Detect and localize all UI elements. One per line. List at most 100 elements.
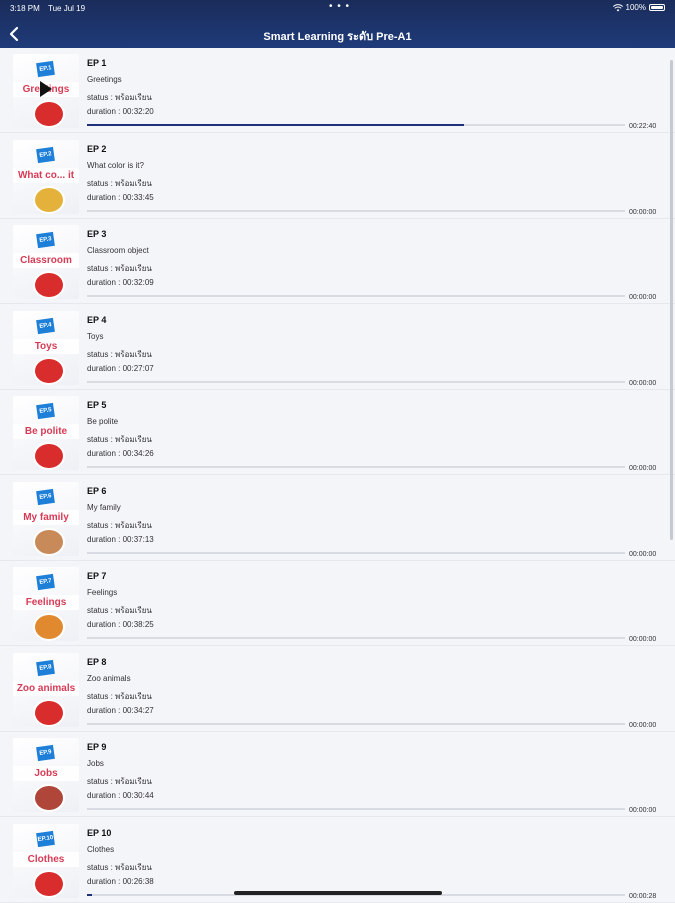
thumbnail-illustration <box>33 442 65 470</box>
thumbnail-illustration <box>33 527 65 556</box>
episode-duration: duration : 00:34:27 <box>87 705 154 715</box>
episode-row[interactable]: EP.3 Classroom EP 3 Classroom object sta… <box>0 219 675 304</box>
episode-tag: EP.10 <box>36 830 55 847</box>
episode-name: Be polite <box>87 417 119 426</box>
app-header: 3:18 PM Tue Jul 19 • • • 100% Smart Lear… <box>0 0 675 48</box>
episode-number: EP 4 <box>87 314 107 325</box>
episode-row[interactable]: EP.10 Clothes EP 10 Clothes status : พร้… <box>0 818 675 903</box>
episode-row[interactable]: EP.1 Greetings EP 1 Greetings status : พ… <box>0 48 675 133</box>
scrollbar[interactable] <box>670 60 673 540</box>
episode-row[interactable]: EP.5 Be polite EP 5 Be polite status : พ… <box>0 390 675 475</box>
status-time: 3:18 PM <box>10 4 40 13</box>
thumbnail-illustration <box>33 869 65 898</box>
episode-name: Zoo animals <box>87 673 131 683</box>
watched-time: 00:22:40 <box>629 123 657 130</box>
episode-duration: duration : 00:38:25 <box>87 620 154 629</box>
episode-row[interactable]: EP.9 Jobs EP 9 Jobs status : พร้อมเรียน … <box>0 732 675 817</box>
episode-status: status : พร้อมเรียน <box>87 349 152 359</box>
thumbnail-illustration <box>33 271 65 299</box>
episode-tag: EP.3 <box>36 231 55 249</box>
battery-percent: 100% <box>625 3 646 12</box>
episode-status: status : พร้อมเรียน <box>87 606 152 615</box>
episode-tag: EP.8 <box>36 659 55 676</box>
episode-thumbnail[interactable]: EP.10 Clothes <box>13 823 79 898</box>
progress-bar <box>87 722 625 725</box>
thumbnail-title: Clothes <box>27 853 65 865</box>
episode-number: EP 1 <box>87 58 107 68</box>
episode-thumbnail[interactable]: EP.6 My family <box>13 481 79 556</box>
watched-time: 00:00:00 <box>629 807 657 814</box>
thumbnail-title: Feelings <box>25 597 67 608</box>
multitasking-dots[interactable]: • • • <box>329 1 350 12</box>
episode-name: Clothes <box>87 844 115 854</box>
episode-thumbnail[interactable]: EP.9 Jobs <box>13 738 79 812</box>
episode-thumbnail[interactable]: EP.8 Zoo animals <box>13 652 79 727</box>
episode-duration: duration : 00:26:38 <box>87 876 154 886</box>
episode-status: status : พร้อมเรียน <box>87 435 152 444</box>
thumbnail-title: Classroom <box>20 255 72 266</box>
episode-status: status : พร้อมเรียน <box>87 178 152 188</box>
episode-row[interactable]: EP.4 Toys EP 4 Toys status : พร้อมเรียน … <box>0 305 675 390</box>
progress-fill <box>87 124 464 126</box>
episode-tag: EP.2 <box>36 146 55 163</box>
thumbnail-illustration <box>33 100 65 128</box>
episode-status: status : พร้อมเรียน <box>87 691 152 701</box>
episode-tag: EP.5 <box>36 402 55 420</box>
episode-tag: EP.4 <box>36 317 55 334</box>
episode-row[interactable]: EP.2 What co... it EP 2 What color is it… <box>0 134 675 219</box>
wifi-icon <box>612 3 623 11</box>
episode-number: EP 7 <box>87 571 107 581</box>
episode-tag: EP.9 <box>36 744 55 762</box>
episode-thumbnail[interactable]: EP.2 What co... it <box>13 139 79 214</box>
thumbnail-illustration <box>33 698 65 727</box>
thumbnail-title: Zoo animals <box>16 682 76 694</box>
status-date: Tue Jul 19 <box>48 4 86 13</box>
progress-bar <box>87 551 625 554</box>
episode-status: status : พร้อมเรียน <box>87 777 152 786</box>
thumbnail-illustration <box>33 613 65 641</box>
episode-status: status : พร้อมเรียน <box>87 264 152 273</box>
thumbnail-illustration <box>33 784 65 812</box>
episode-name: Classroom object <box>87 246 149 255</box>
episode-status: status : พร้อมเรียน <box>87 93 152 102</box>
episode-thumbnail[interactable]: EP.4 Toys <box>13 310 79 385</box>
page-title: Smart Learning ระดับ Pre-A1 <box>263 31 412 43</box>
watched-time: 00:00:00 <box>629 721 657 729</box>
watched-time: 00:00:00 <box>629 294 657 301</box>
episode-tag: EP.7 <box>36 573 55 591</box>
episode-status: status : พร้อมเรียน <box>87 520 152 530</box>
episode-row[interactable]: EP.6 My family EP 6 My family status : พ… <box>0 476 675 561</box>
status-right: 100% <box>612 3 665 12</box>
episode-name: Greetings <box>87 75 122 84</box>
watched-time: 00:00:00 <box>629 636 657 643</box>
watched-time: 00:00:28 <box>629 892 657 900</box>
episode-thumbnail[interactable]: EP.7 Feelings <box>13 567 79 641</box>
episode-duration: duration : 00:32:09 <box>87 278 154 287</box>
progress-bar <box>87 808 625 810</box>
watched-time: 00:00:00 <box>629 550 657 558</box>
episode-duration: duration : 00:33:45 <box>87 192 154 202</box>
episode-name: What color is it? <box>87 160 144 170</box>
episode-number: EP 6 <box>87 485 107 496</box>
episode-thumbnail[interactable]: EP.3 Classroom <box>13 225 79 299</box>
thumbnail-title: My family <box>23 511 69 523</box>
home-indicator[interactable] <box>234 891 442 895</box>
episode-row[interactable]: EP.8 Zoo animals EP 8 Zoo animals status… <box>0 647 675 732</box>
episode-name: Jobs <box>87 759 104 768</box>
episode-duration: duration : 00:37:13 <box>87 534 154 544</box>
episode-number: EP 5 <box>87 400 107 410</box>
episode-thumbnail[interactable]: EP.5 Be polite <box>13 396 79 470</box>
episode-row[interactable]: EP.7 Feelings EP 7 Feelings status : พร้… <box>0 561 675 646</box>
watched-time: 00:00:00 <box>629 379 657 387</box>
thumbnail-illustration <box>33 185 65 214</box>
episode-duration: duration : 00:30:44 <box>87 791 154 800</box>
watched-time: 00:00:00 <box>629 208 657 216</box>
thumbnail-title: Be polite <box>24 426 68 437</box>
progress-bar <box>87 124 625 126</box>
episode-name: Feelings <box>87 588 118 597</box>
play-icon[interactable] <box>39 80 53 98</box>
episode-thumbnail[interactable]: EP.1 Greetings <box>13 54 79 128</box>
episode-duration: duration : 00:27:07 <box>87 363 154 373</box>
status-bar: 3:18 PM Tue Jul 19 • • • 100% <box>0 0 675 16</box>
episode-duration: duration : 00:34:26 <box>87 449 154 458</box>
